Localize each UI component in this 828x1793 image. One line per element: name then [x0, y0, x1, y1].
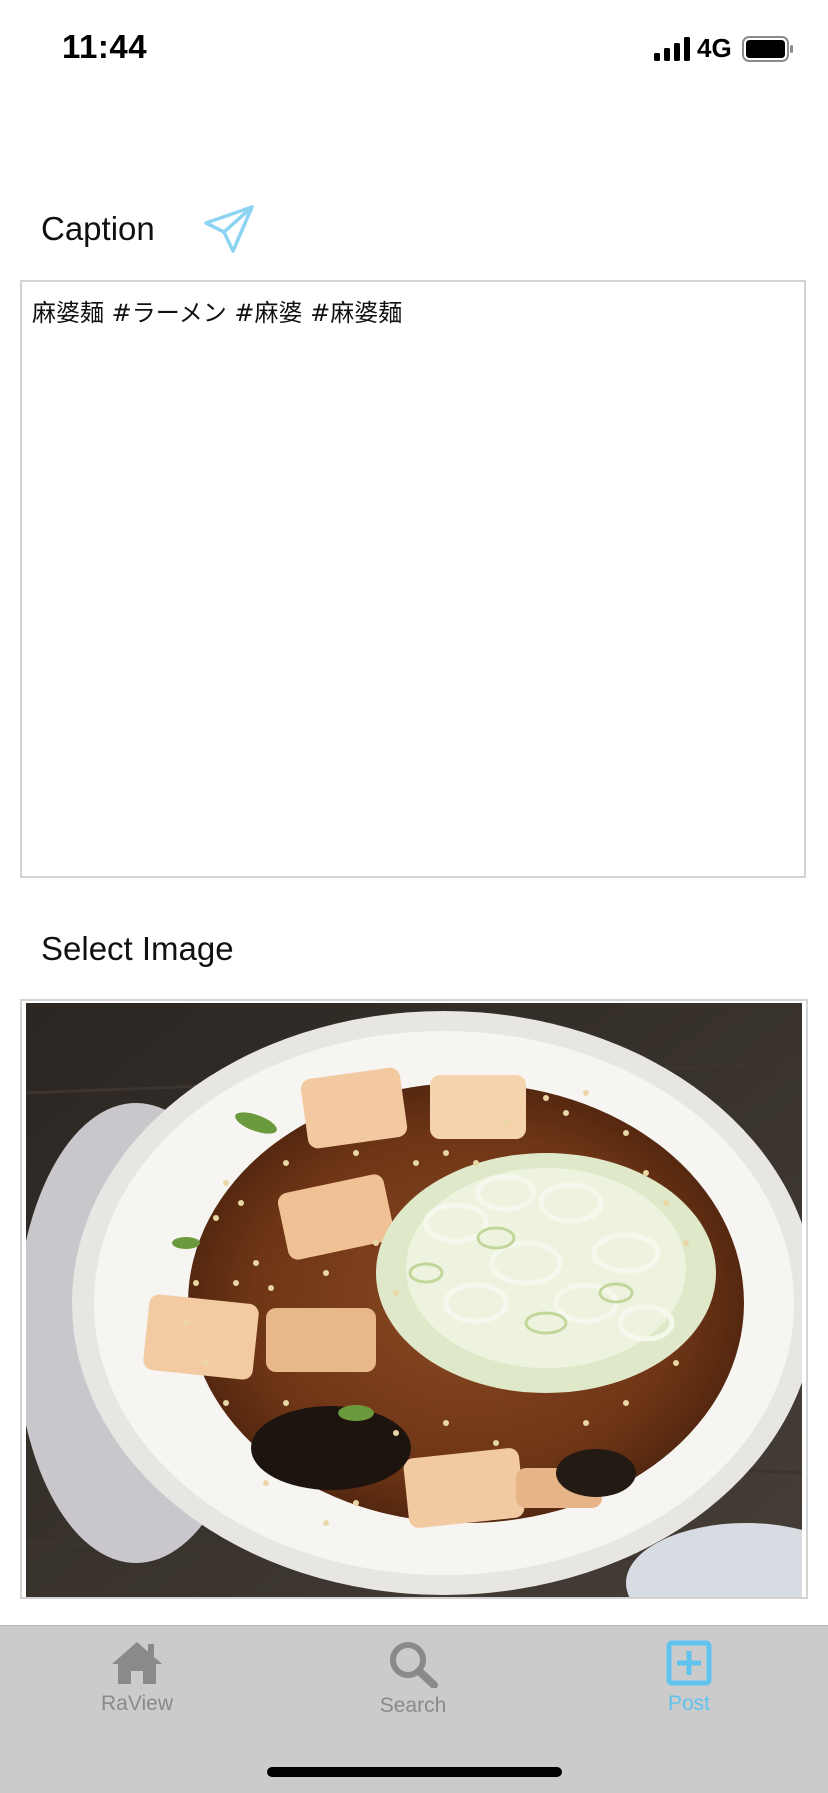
selected-image[interactable]: [20, 999, 808, 1599]
tab-bar: RaView Search Post: [0, 1625, 828, 1793]
plus-square-icon: [666, 1640, 712, 1686]
paper-plane-icon[interactable]: [203, 203, 255, 255]
tab-search[interactable]: Search: [323, 1640, 503, 1740]
tab-label: Post: [667, 1692, 711, 1715]
home-icon: [112, 1642, 162, 1684]
search-icon: [390, 1642, 438, 1688]
tab-label: RaView: [101, 1692, 173, 1715]
tab-post[interactable]: Post: [599, 1640, 779, 1740]
home-indicator: [267, 1767, 562, 1777]
network-type: 4G: [697, 33, 732, 63]
battery-icon: [742, 36, 793, 62]
caption-input[interactable]: 麻婆麺 #ラーメン #麻婆 #麻婆麺: [20, 280, 806, 878]
select-image-label: Select Image: [41, 930, 234, 967]
signal-icon: [654, 37, 690, 61]
ramen-photo: [26, 1003, 802, 1597]
caption-label: Caption: [41, 210, 155, 247]
status-time: 11:44: [62, 28, 148, 65]
tab-raview[interactable]: RaView: [47, 1640, 227, 1740]
tab-label: Search: [379, 1694, 447, 1717]
status-bar: 11:44 4G: [0, 0, 828, 96]
